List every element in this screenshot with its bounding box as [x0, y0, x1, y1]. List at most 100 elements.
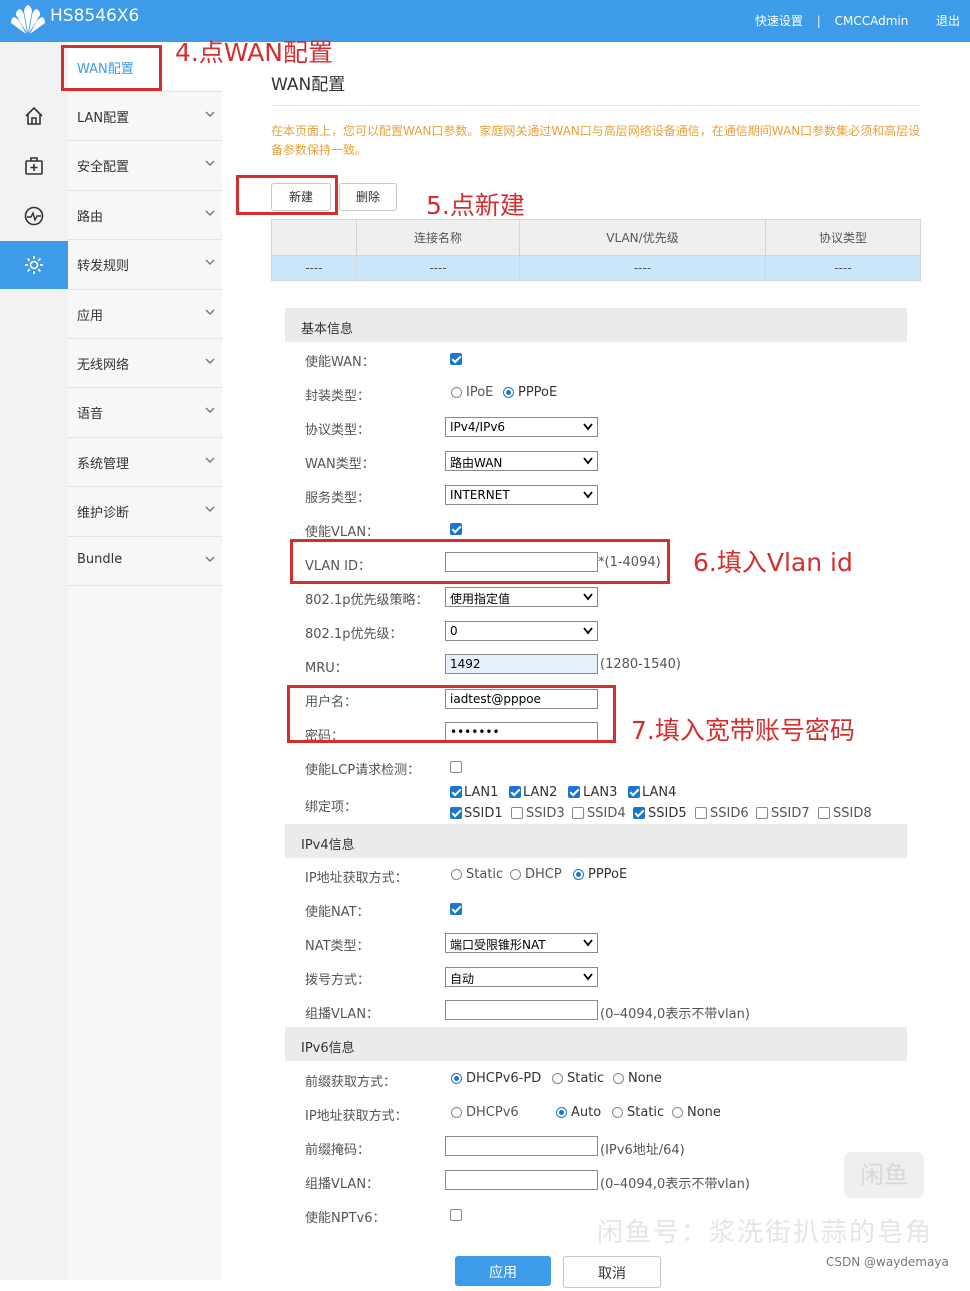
mru-input[interactable]: 1492	[445, 654, 598, 674]
bind-lan4-checkbox[interactable]	[628, 786, 640, 798]
dropdown-arrow-icon	[583, 593, 593, 601]
annotation-step7: 7.填入宽带账号密码	[631, 716, 855, 745]
nat-type-select[interactable]: 端口受限锥形NAT	[445, 933, 598, 953]
ipv6-none-radio[interactable]	[672, 1107, 683, 1118]
ipv4-pppoe-radio[interactable]	[573, 869, 584, 880]
sidebar-item-lan[interactable]: LAN配置	[68, 91, 222, 140]
col-header	[271, 219, 357, 256]
prio-select[interactable]: 0	[445, 621, 598, 641]
chevron-down-icon	[205, 506, 215, 512]
sidebar-item-label: 维护诊断	[77, 506, 130, 521]
annotation-step5: 5.点新建	[426, 191, 525, 220]
sidebar-item-route[interactable]: 路由	[68, 190, 222, 239]
quick-setup-link[interactable]: 快速设置	[755, 12, 803, 29]
dial-select[interactable]: 自动	[445, 967, 598, 987]
prio-policy-label: 802.1p优先级策略：	[305, 593, 429, 608]
encap-ipoe-radio[interactable]	[451, 387, 462, 398]
prefix-none-radio[interactable]	[613, 1073, 624, 1084]
ipv6-mcast-hint: (0–4094,0表示不带vlan)	[600, 1177, 750, 1192]
apply-button[interactable]: 应用	[455, 1256, 551, 1286]
nat-checkbox[interactable]	[450, 903, 462, 915]
chevron-down-icon	[205, 210, 215, 216]
sidebar-menu: WAN配置 LAN配置 安全配置 路由 转发规则 应用 无线网络 语音 系统管理…	[68, 42, 223, 1280]
ipv6-mode-option: DHCPv6	[466, 1105, 519, 1120]
wan-type-select[interactable]: 路由WAN	[445, 451, 598, 471]
bind-ssid4-checkbox[interactable]	[572, 807, 584, 819]
bind-lan3-checkbox[interactable]	[568, 786, 580, 798]
table-row[interactable]: ---- ---- ---- ----	[271, 255, 921, 281]
page-title: WAN配置	[271, 75, 346, 95]
gear-icon	[25, 256, 43, 274]
ipv6-static-radio[interactable]	[612, 1107, 623, 1118]
sidebar-item-maintenance[interactable]: 维护诊断	[68, 486, 222, 535]
lcp-checkbox[interactable]	[450, 761, 462, 773]
sidebar-item-label: 安全配置	[77, 160, 130, 175]
ipv6-auto-radio[interactable]	[556, 1107, 567, 1118]
ipv4-dhcp-radio[interactable]	[510, 869, 521, 880]
chevron-down-icon	[205, 407, 215, 413]
enable-vlan-checkbox[interactable]	[450, 523, 462, 535]
select-value: 自动	[450, 972, 475, 986]
rail-settings[interactable]	[0, 241, 68, 289]
bind-ssid6-checkbox[interactable]	[695, 807, 707, 819]
sidebar-item-forward[interactable]: 转发规则	[68, 239, 222, 288]
device-model: HS8546X6	[50, 6, 140, 26]
ipv6-dhcpv6-radio[interactable]	[451, 1107, 462, 1118]
encap-pppoe-radio[interactable]	[503, 387, 514, 398]
bind-ssid1-checkbox[interactable]	[450, 807, 462, 819]
section-ipv6: IPv6信息	[285, 1027, 907, 1061]
sidebar-item-voice[interactable]: 语音	[68, 387, 222, 436]
ipv4-mcast-hint: (0–4094,0表示不带vlan)	[600, 1007, 750, 1022]
bind-option: LAN4	[642, 785, 677, 800]
user-link[interactable]: CMCCAdmin	[835, 14, 909, 28]
bind-ssid5-checkbox[interactable]	[633, 807, 645, 819]
prefix-static-radio[interactable]	[552, 1073, 563, 1084]
prefix-mask-label: 前缀掩码：	[305, 1143, 371, 1158]
sidebar-item-wireless[interactable]: 无线网络	[68, 338, 222, 387]
dropdown-arrow-icon	[583, 423, 593, 431]
lcp-label: 使能LCP请求检测：	[305, 763, 421, 778]
bind-lan2-checkbox[interactable]	[509, 786, 521, 798]
cancel-button[interactable]: 取消	[563, 1256, 661, 1288]
sidebar-item-security[interactable]: 安全配置	[68, 140, 222, 189]
bind-option: SSID5	[648, 806, 687, 821]
rail-kit[interactable]	[0, 142, 68, 190]
bind-option: SSID8	[833, 806, 872, 821]
table-cell: ----	[271, 255, 357, 281]
bind-ssid8-checkbox[interactable]	[818, 807, 830, 819]
service-select[interactable]: INTERNET	[445, 485, 598, 505]
prefix-dhcpv6pd-radio[interactable]	[451, 1073, 462, 1084]
logout-link[interactable]: 退出	[936, 12, 960, 29]
nptv6-checkbox[interactable]	[450, 1209, 462, 1221]
bind-lan1-checkbox[interactable]	[450, 786, 462, 798]
sidebar-item-label: LAN配置	[77, 111, 130, 126]
sidebar-item-system[interactable]: 系统管理	[68, 437, 222, 486]
ipv6-mode-option: Auto	[571, 1105, 602, 1120]
ipv4-mcast-input[interactable]	[445, 1000, 598, 1020]
sidebar-item-app[interactable]: 应用	[68, 289, 222, 338]
delete-button[interactable]: 删除	[339, 183, 397, 211]
bind-ssid3-checkbox[interactable]	[511, 807, 523, 819]
protocol-select[interactable]: IPv4/IPv6	[445, 417, 598, 437]
section-title: IPv6信息	[301, 1041, 355, 1056]
rail-home[interactable]	[0, 92, 68, 140]
prefix-mask-input[interactable]	[445, 1136, 598, 1156]
select-value: 路由WAN	[450, 456, 503, 470]
ipv6-mcast-input[interactable]	[445, 1170, 598, 1190]
ipv4-mode-label: IP地址获取方式：	[305, 871, 408, 886]
chevron-down-icon	[205, 358, 215, 364]
chevron-down-icon	[205, 160, 215, 166]
sidebar-item-label: 语音	[77, 407, 104, 422]
nptv6-label: 使能NPTv6：	[305, 1211, 386, 1226]
wan-type-label: WAN类型：	[305, 457, 375, 472]
prio-policy-select[interactable]: 使用指定值	[445, 587, 598, 607]
sidebar-item-bundle[interactable]: Bundle	[68, 536, 222, 586]
enable-wan-checkbox[interactable]	[450, 353, 462, 365]
section-basic: 基本信息	[285, 308, 907, 342]
rail-monitor[interactable]	[0, 192, 68, 240]
bind-ssid7-checkbox[interactable]	[756, 807, 768, 819]
sidebar-item-label: 转发规则	[77, 259, 130, 274]
bind-option: SSID3	[526, 806, 565, 821]
wan-table: 连接名称 VLAN/优先级 协议类型 ---- ---- ---- ----	[271, 219, 921, 281]
ipv4-static-radio[interactable]	[451, 869, 462, 880]
